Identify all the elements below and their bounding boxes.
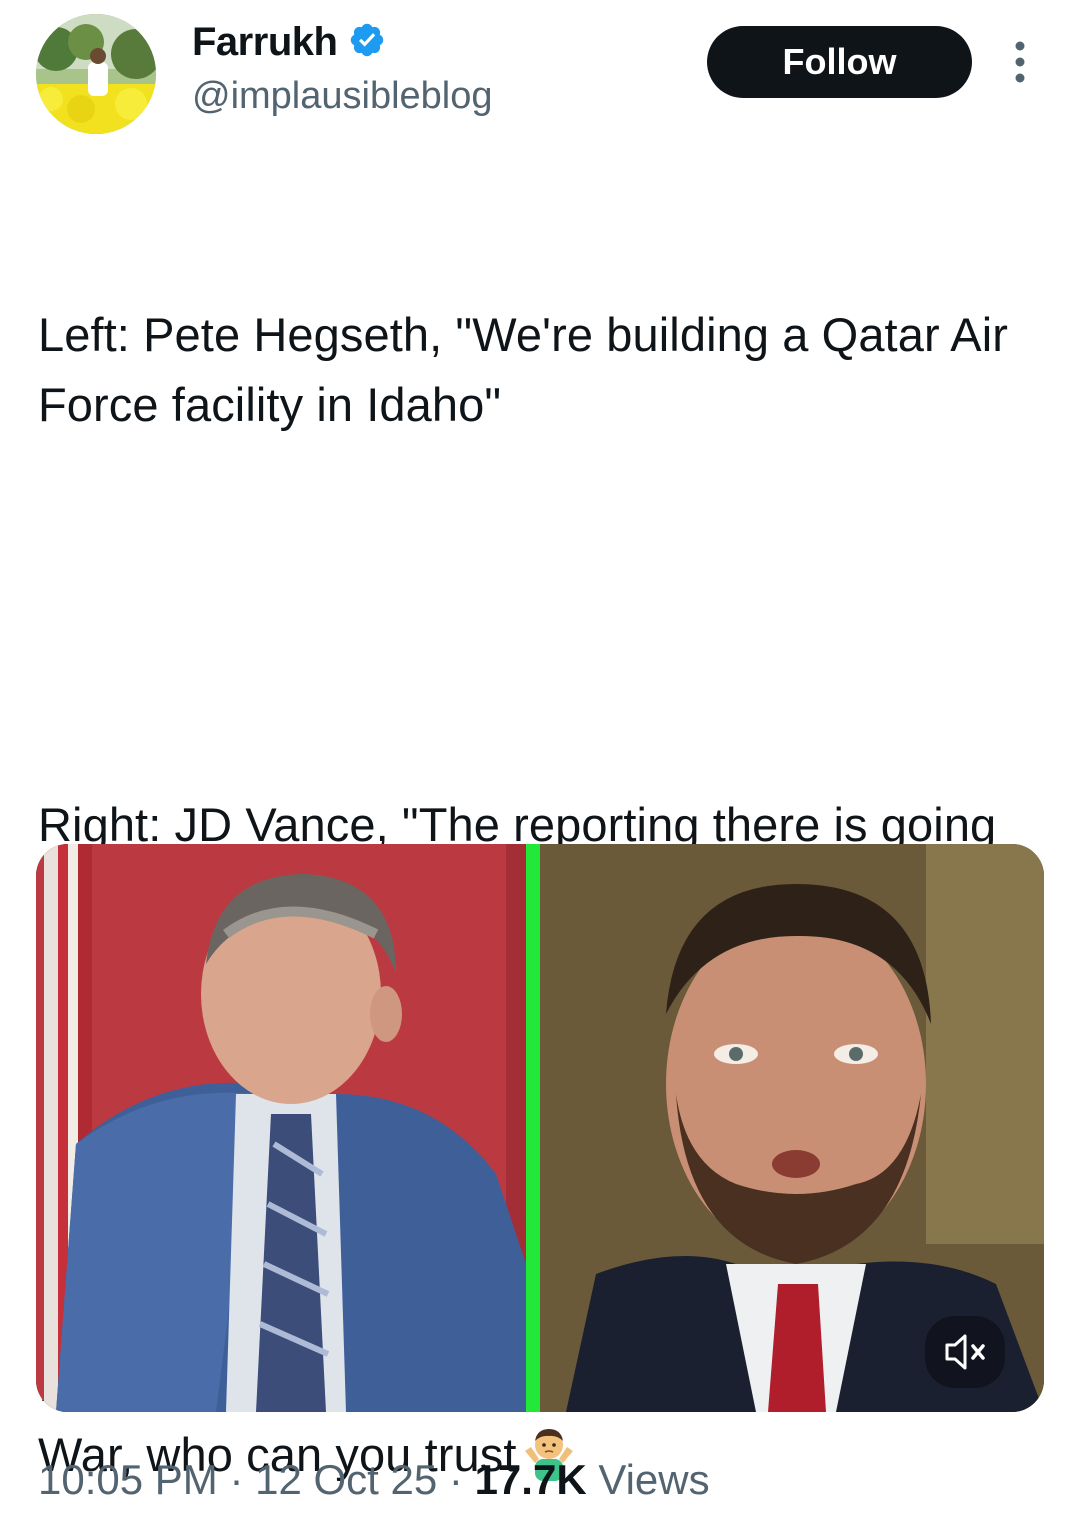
views-label: Views — [598, 1456, 710, 1503]
tweet-paragraph: Left: Pete Hegseth, "We're building a Qa… — [38, 308, 1022, 431]
meta-separator: · — [229, 1456, 244, 1503]
mute-icon[interactable] — [925, 1316, 1005, 1388]
more-options-icon[interactable] — [1004, 38, 1036, 86]
tweet-time[interactable]: 10:05 PM — [38, 1456, 218, 1503]
author-info: Farrukh @implausibleblog — [192, 18, 493, 120]
author-avatar[interactable] — [36, 14, 156, 134]
verified-badge-icon — [350, 23, 384, 57]
tweet-metadata: 10:05 PM · 12 Oct 25 · 17.7K Views — [38, 1450, 710, 1510]
author-handle[interactable]: @implausibleblog — [192, 72, 493, 120]
author-display-name[interactable]: Farrukh — [192, 18, 338, 66]
tweet-date[interactable]: 12 Oct 25 — [255, 1456, 437, 1503]
video-player[interactable] — [36, 844, 1044, 1412]
views-count[interactable]: 17.7K — [475, 1456, 587, 1503]
meta-separator: · — [448, 1456, 463, 1503]
tweet-header: Farrukh @implausibleblog Follow — [0, 0, 1080, 140]
follow-button[interactable]: Follow — [707, 26, 972, 98]
